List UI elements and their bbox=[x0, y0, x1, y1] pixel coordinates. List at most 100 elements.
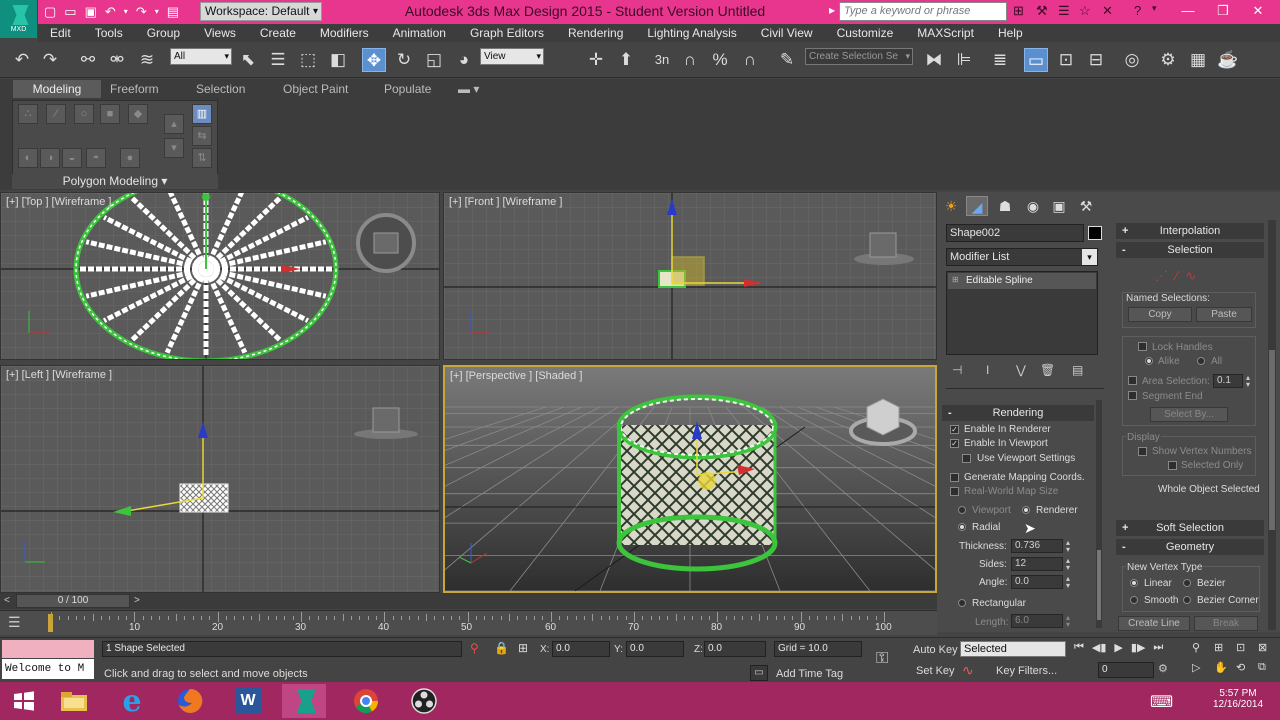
menu-edit[interactable]: Edit bbox=[38, 24, 83, 42]
help-icon[interactable]: ? bbox=[1134, 3, 1141, 18]
undo-dropdown-icon[interactable]: ▾ bbox=[124, 3, 128, 21]
go-to-end-icon[interactable]: ⏭ bbox=[1153, 641, 1163, 657]
close-icon[interactable]: ✕ bbox=[1240, 0, 1276, 22]
previous-frame-icon[interactable]: ◀▮ bbox=[1092, 641, 1107, 657]
angle-spinner-arrows-icon[interactable]: ▴ ▾ bbox=[1066, 575, 1070, 590]
expand-icon[interactable]: ⊞ bbox=[952, 275, 959, 284]
project-folder-icon[interactable]: ▤ bbox=[167, 3, 179, 21]
obs-studio-icon[interactable] bbox=[402, 684, 446, 718]
modifier-list-arrow-icon[interactable]: ▾ bbox=[1082, 249, 1097, 265]
key-set-dropdown[interactable]: Selected bbox=[960, 641, 1066, 657]
tools-icon[interactable]: ⚒ bbox=[1036, 3, 1048, 19]
spinner-snap-icon[interactable]: ∩ bbox=[738, 48, 762, 72]
collapse-stack-icon[interactable]: ◑ bbox=[40, 148, 60, 168]
left-column-scrollbar-thumb[interactable] bbox=[1097, 550, 1101, 620]
select-and-place-icon[interactable]: ◕ bbox=[452, 48, 476, 72]
previous-modifier-icon[interactable]: ▾ bbox=[164, 138, 184, 158]
hierarchy-tab-icon[interactable]: ☗ bbox=[994, 196, 1016, 216]
touch-keyboard-icon[interactable]: ⌨ bbox=[1150, 692, 1173, 712]
radial-radio[interactable] bbox=[958, 523, 966, 531]
play-icon[interactable]: ▶ bbox=[1114, 641, 1122, 657]
use-nurms-icon[interactable]: ▥ bbox=[192, 104, 212, 124]
maxscript-listener-top[interactable] bbox=[2, 640, 94, 658]
firefox-icon[interactable] bbox=[168, 684, 212, 718]
thickness-spinner-arrows-icon[interactable]: ▴ ▾ bbox=[1066, 539, 1070, 554]
select-by-name-icon[interactable]: ☰ bbox=[266, 48, 290, 72]
open-file-icon[interactable]: ▭ bbox=[64, 3, 76, 21]
align-icon[interactable]: ⊫ bbox=[952, 48, 976, 72]
length-spinner[interactable]: 6.0 bbox=[1011, 614, 1063, 628]
menu-customize[interactable]: Customize bbox=[825, 24, 906, 42]
field-of-view-icon[interactable]: ▷ bbox=[1192, 661, 1212, 679]
select-and-rotate-icon[interactable]: ↻ bbox=[392, 48, 416, 72]
thickness-spinner[interactable]: 0.736 bbox=[1011, 539, 1063, 553]
menu-create[interactable]: Create bbox=[248, 24, 308, 42]
vertex-level-icon[interactable]: ∴ bbox=[18, 104, 38, 124]
time-slider-track[interactable] bbox=[0, 593, 937, 609]
snaps-toggle-icon[interactable]: 3n bbox=[650, 48, 674, 72]
symmetry-tools-icon[interactable]: ⇅ bbox=[192, 148, 212, 168]
exchange-icon[interactable]: ✕ bbox=[1102, 3, 1113, 19]
select-object-icon[interactable]: ⬉ bbox=[236, 48, 260, 72]
orbit-icon[interactable]: ⟲ bbox=[1236, 661, 1256, 679]
render-setup-icon[interactable]: ⚙ bbox=[1156, 48, 1180, 72]
save-icon[interactable]: ▣ bbox=[85, 3, 97, 21]
menu-graph-editors[interactable]: Graph Editors bbox=[458, 24, 556, 42]
area-spinner-arrows-icon[interactable]: ▴ ▾ bbox=[1246, 374, 1250, 389]
undo-icon[interactable]: ↶ bbox=[105, 3, 116, 21]
menu-rendering[interactable]: Rendering bbox=[556, 24, 635, 42]
window-crossing-icon[interactable]: ◧ bbox=[326, 48, 350, 72]
toggle-ribbon-icon[interactable]: ▭ bbox=[1024, 48, 1048, 72]
object-name-input[interactable]: Shape002 bbox=[946, 224, 1084, 242]
edit-named-selection-icon[interactable]: ✎ bbox=[775, 48, 799, 72]
select-and-scale-icon[interactable]: ◱ bbox=[422, 48, 446, 72]
menu-animation[interactable]: Animation bbox=[381, 24, 458, 42]
front-viewport[interactable]: [+] [Front ] [Wireframe ] bbox=[443, 192, 937, 360]
generate-topology-icon[interactable]: ⇆ bbox=[192, 126, 212, 146]
perspective-viewport-label[interactable]: [+] [Perspective ] [Shaded ] bbox=[450, 370, 582, 382]
keyword-search-input[interactable]: Type a keyword or phrase bbox=[839, 2, 1007, 21]
mirror-icon[interactable]: ⧓ bbox=[922, 48, 946, 72]
bezier-corner-radio[interactable] bbox=[1183, 596, 1191, 604]
mini-curve-editor-icon[interactable]: ☰ bbox=[8, 614, 21, 631]
redo-icon[interactable]: ↷ bbox=[136, 3, 147, 21]
reference-coordinate-dropdown[interactable]: View bbox=[480, 48, 544, 65]
unlink-selection-icon[interactable]: ⚮ bbox=[105, 48, 129, 72]
edge-level-icon[interactable]: ⁄ bbox=[46, 104, 66, 124]
renderer-radio[interactable] bbox=[1022, 506, 1030, 514]
length-spinner-arrows-icon[interactable]: ▴ ▾ bbox=[1066, 614, 1070, 629]
linear-radio[interactable] bbox=[1130, 579, 1138, 587]
selection-rollout-header[interactable]: - Selection bbox=[1116, 242, 1264, 258]
percent-snap-icon[interactable]: % bbox=[708, 48, 732, 72]
remove-modifier-button[interactable]: 🗑 bbox=[1040, 363, 1055, 377]
select-manipulate-icon[interactable]: ⬆ bbox=[614, 48, 638, 72]
rendering-rollout-header[interactable]: - Rendering bbox=[942, 405, 1094, 421]
z-coordinate-field[interactable]: 0.0 bbox=[704, 641, 766, 657]
undo-button[interactable]: ↶ bbox=[10, 48, 34, 72]
time-slider-next-icon[interactable]: > bbox=[134, 595, 140, 606]
motion-tab-icon[interactable]: ◉ bbox=[1022, 196, 1044, 216]
show-vertex-numbers-checkbox[interactable] bbox=[1138, 447, 1147, 456]
make-unique-button[interactable]: ⋁ bbox=[1016, 363, 1026, 377]
show-end-result-icon[interactable]: ◓ bbox=[86, 148, 106, 168]
create-line-button[interactable]: Create Line bbox=[1118, 616, 1190, 631]
go-to-start-icon[interactable]: ⏮ bbox=[1074, 641, 1084, 657]
lock-handles-checkbox[interactable] bbox=[1138, 342, 1147, 351]
redo-dropdown-icon[interactable]: ▾ bbox=[155, 3, 159, 21]
zoom-all-icon[interactable]: ⊞ bbox=[1214, 641, 1234, 659]
pin-stack-icon[interactable]: ● bbox=[120, 148, 140, 168]
material-editor-icon[interactable]: ◎ bbox=[1120, 48, 1144, 72]
all-radio[interactable] bbox=[1197, 357, 1205, 365]
redo-button[interactable]: ↷ bbox=[38, 48, 62, 72]
file-explorer-icon[interactable] bbox=[52, 684, 96, 718]
sides-spinner[interactable]: 12 bbox=[1011, 557, 1063, 571]
overflow-arrow-icon[interactable]: ▸ bbox=[829, 3, 835, 17]
zoom-icon[interactable]: ⚲ bbox=[1192, 641, 1212, 659]
time-configuration-icon[interactable]: ⚙ bbox=[1158, 662, 1168, 675]
polygon-level-icon[interactable]: ■ bbox=[100, 104, 120, 124]
real-world-map-size-checkbox[interactable] bbox=[950, 487, 959, 496]
modify-selection-icon[interactable]: ◒ bbox=[62, 148, 82, 168]
sides-spinner-arrows-icon[interactable]: ▴ ▾ bbox=[1066, 557, 1070, 572]
new-file-icon[interactable]: ▢ bbox=[44, 3, 56, 21]
start-button[interactable] bbox=[2, 684, 46, 718]
